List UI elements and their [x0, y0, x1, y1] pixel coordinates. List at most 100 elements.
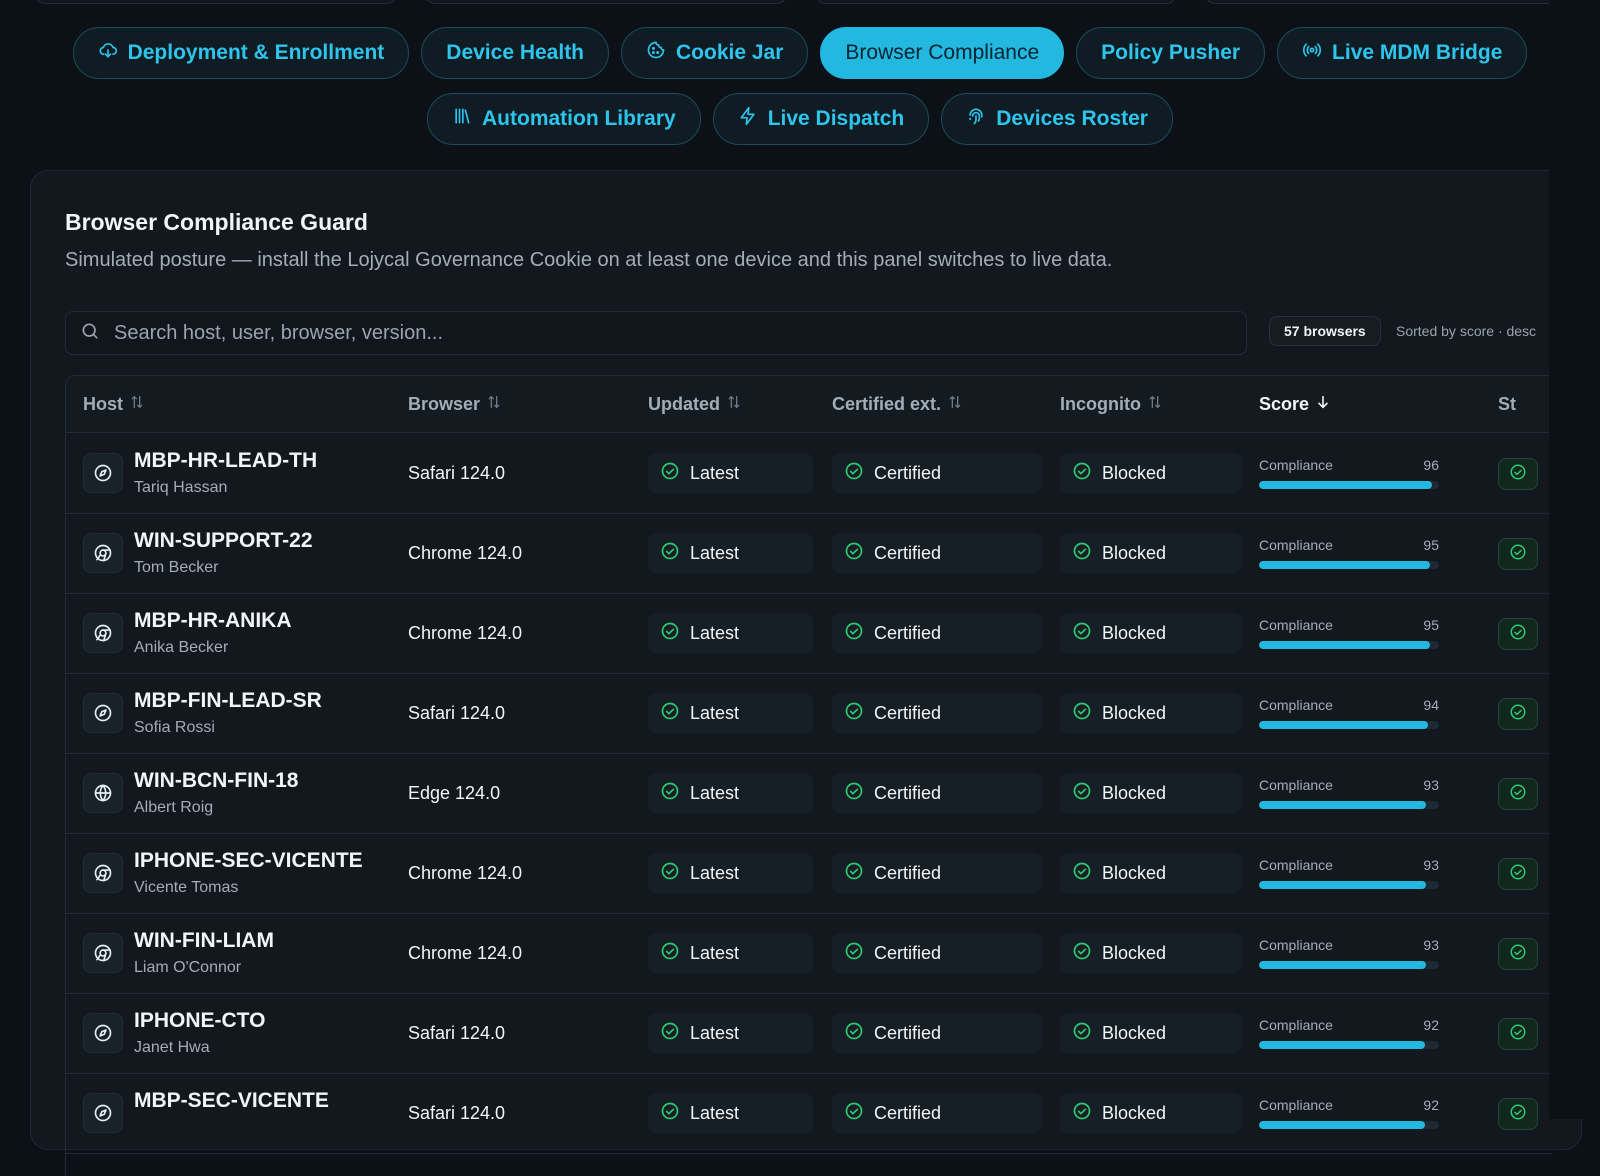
certified-status: Certified [832, 453, 1042, 493]
updated-status: Latest [648, 853, 813, 893]
certified-status: Certified [832, 933, 1042, 973]
tab-browser-compliance[interactable]: Browser Compliance [820, 27, 1065, 79]
tab-automation-library[interactable]: Automation Library [427, 93, 701, 145]
column-incognito-label: Incognito [1060, 394, 1141, 414]
table-row[interactable]: MBP-HR-ANIKA Anika Becker Chrome 124.0 Late… [66, 593, 1552, 674]
check-circle-icon [1072, 541, 1092, 566]
check-circle-icon [844, 701, 864, 726]
column-updated[interactable]: Updated [648, 394, 742, 415]
check-circle-icon [844, 541, 864, 566]
score-label: Compliance [1259, 537, 1333, 553]
cookie-icon [646, 40, 666, 66]
score-bar [1259, 561, 1439, 569]
check-circle-icon [660, 941, 680, 966]
column-certified-label: Certified ext. [832, 394, 942, 414]
certified-status: Certified [832, 613, 1042, 653]
score-bar [1259, 721, 1439, 729]
check-circle-icon [660, 461, 680, 486]
status-badge [1498, 1018, 1538, 1050]
tab-label: Device Health [446, 41, 585, 64]
score-bar [1259, 481, 1439, 489]
table-row[interactable]: IPHONE-CTO Janet Hwa Safari 124.0 Latest Cer… [66, 993, 1552, 1074]
residual-card [1204, 0, 1568, 4]
check-circle-icon [1509, 943, 1527, 966]
check-circle-icon [1072, 461, 1092, 486]
host-name: IPHONE-SEC-VICENTE [134, 849, 363, 872]
compliance-score: Compliance 93 [1259, 937, 1439, 969]
sort-icon [1147, 394, 1163, 415]
score-value: 93 [1423, 937, 1439, 953]
incognito-label: Blocked [1102, 462, 1167, 483]
check-circle-icon [1509, 1103, 1527, 1126]
check-circle-icon [1509, 863, 1527, 886]
host-user: Sofia Rossi [134, 719, 215, 736]
search-box [65, 311, 1247, 355]
check-circle-icon [1072, 861, 1092, 886]
table-row[interactable]: WIN-FIN-LIAM Liam O'Connor Chrome 124.0 Lat… [66, 913, 1552, 994]
tab-label: Policy Pusher [1101, 41, 1241, 64]
sort-icon [486, 394, 502, 415]
tab-devices-roster[interactable]: Devices Roster [941, 93, 1173, 145]
tab-live-mdm-bridge[interactable]: Live MDM Bridge [1277, 27, 1528, 79]
host-user: Anika Becker [134, 639, 229, 656]
fingerprint-icon [966, 106, 986, 132]
compass-icon [83, 693, 123, 733]
table-row[interactable]: MBP-SEC-VICENTE Safari 124.0 Latest Certifi… [66, 1073, 1552, 1154]
table-row[interactable]: WIN-SUPPORT-22 Tom Becker Chrome 124.0 Late… [66, 513, 1552, 594]
incognito-status: Blocked [1060, 533, 1242, 573]
score-bar-fill [1259, 561, 1430, 569]
incognito-label: Blocked [1102, 782, 1167, 803]
tab-cookie-jar[interactable]: Cookie Jar [621, 27, 809, 79]
check-circle-icon [1072, 1101, 1092, 1126]
updated-label: Latest [690, 622, 740, 643]
host-name: WIN-FIN-LIAM [134, 929, 274, 952]
tab-live-dispatch[interactable]: Live Dispatch [712, 93, 930, 145]
incognito-status: Blocked [1060, 693, 1242, 733]
table-row[interactable]: MBP-FIN-LEAD-SR Sofia Rossi Safari 124.0 La… [66, 673, 1552, 754]
column-browser[interactable]: Browser [408, 394, 502, 415]
check-circle-icon [1072, 621, 1092, 646]
check-circle-icon [660, 621, 680, 646]
table-row[interactable]: WIN-BCN-FIN-18 Albert Roig Edge 124.0 Lates… [66, 753, 1552, 834]
residual-card [814, 0, 1178, 4]
score-bar-fill [1259, 641, 1430, 649]
column-browser-label: Browser [408, 394, 481, 414]
column-status[interactable]: St [1498, 394, 1516, 415]
host-user: Janet Hwa [134, 1039, 210, 1056]
column-certified[interactable]: Certified ext. [832, 394, 963, 415]
browser-count-badge: 57 browsers [1269, 316, 1381, 346]
check-circle-icon [844, 861, 864, 886]
updated-label: Latest [690, 1022, 740, 1043]
tab-deployment-enrollment[interactable]: Deployment & Enrollment [72, 27, 410, 79]
table-row[interactable]: MBP-HR-LEAD-TH Tariq Hassan Safari 124.0 La… [66, 433, 1552, 514]
score-bar-fill [1259, 801, 1427, 809]
table-row[interactable]: IPHONE-SEC-VICENTE Vicente Tomas Chrome 12… [66, 833, 1552, 914]
column-incognito[interactable]: Incognito [1060, 394, 1163, 415]
certified-label: Certified [874, 862, 942, 883]
updated-status: Latest [648, 613, 813, 653]
check-circle-icon [844, 1101, 864, 1126]
column-host[interactable]: Host [83, 394, 145, 415]
tab-label: Live MDM Bridge [1332, 41, 1503, 64]
check-circle-icon [1509, 543, 1527, 566]
search-icon [80, 321, 100, 346]
score-bar [1259, 1041, 1439, 1049]
search-input[interactable] [112, 320, 1246, 346]
tab-label: Deployment & Enrollment [127, 41, 385, 64]
column-score[interactable]: Score [1259, 394, 1331, 415]
check-circle-icon [1072, 701, 1092, 726]
nav-tabs-row-2: Automation Library Live Dispatch Devices… [0, 93, 1600, 145]
score-value: 95 [1423, 617, 1439, 633]
score-label: Compliance [1259, 1097, 1333, 1113]
score-label: Compliance [1259, 937, 1333, 953]
score-bar [1259, 801, 1439, 809]
tab-policy-pusher[interactable]: Policy Pusher [1076, 27, 1266, 79]
score-value: 95 [1423, 537, 1439, 553]
tab-label: Browser Compliance [845, 41, 1040, 64]
score-label: Compliance [1259, 457, 1333, 473]
incognito-label: Blocked [1102, 942, 1167, 963]
column-status-label: St [1498, 394, 1516, 414]
updated-label: Latest [690, 782, 740, 803]
tab-device-health[interactable]: Device Health [421, 27, 610, 79]
score-bar-fill [1259, 1121, 1425, 1129]
